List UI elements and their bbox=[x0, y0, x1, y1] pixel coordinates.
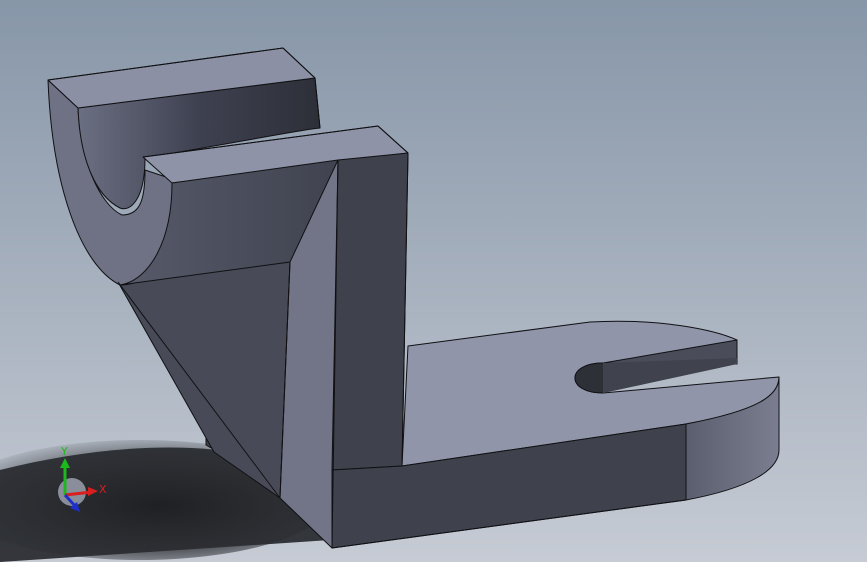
post-front-face bbox=[331, 152, 409, 471]
triad-x-label: X bbox=[99, 483, 107, 496]
model-canvas[interactable]: Y X bbox=[0, 0, 867, 562]
graphics-viewport[interactable]: Y X bbox=[0, 0, 867, 562]
triad-y-label: Y bbox=[60, 445, 68, 458]
